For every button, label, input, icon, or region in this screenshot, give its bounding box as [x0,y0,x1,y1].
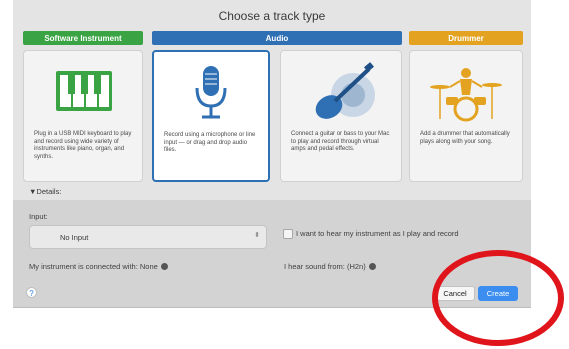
piano-keys-icon [24,57,142,133]
card-description: Plug in a USB MIDI keyboard to play and … [34,131,132,160]
connected-with-text: My instrument is connected with: None [29,262,158,271]
track-type-dialog: Choose a track type Software Instrument … [13,0,531,308]
card-description: Record using a microphone or line input … [164,132,256,153]
chevron-updown-icon: ⬍ [254,232,260,239]
category-software-instrument[interactable]: Software Instrument [23,31,143,45]
category-label: Software Instrument [44,33,122,43]
info-icon[interactable] [160,263,168,270]
card-description: Connect a guitar or bass to your Mac to … [291,131,390,152]
category-label: Drummer [448,33,484,43]
monitor-checkbox-label[interactable]: I want to hear my instrument as I play a… [296,229,459,238]
help-button[interactable]: ? [26,287,37,298]
input-select-value: No Input [60,233,89,242]
monitor-checkbox[interactable] [283,229,293,239]
cancel-button[interactable]: Cancel [435,286,475,301]
guitar-icon [281,57,401,133]
connected-with-row: My instrument is connected with: None [29,262,168,271]
category-label: Audio [265,33,289,43]
dialog-title: Choose a track type [218,9,326,23]
drum-kit-icon [410,57,522,133]
microphone-icon [154,58,268,134]
input-select[interactable]: No Input ⬍ [29,225,267,249]
create-button[interactable]: Create [478,286,518,301]
card-drummer[interactable]: Add a drummer that automatically plays a… [409,50,523,182]
card-microphone[interactable]: Record using a microphone or line input … [152,50,270,182]
card-guitar[interactable]: Connect a guitar or bass to your Mac to … [280,50,402,182]
info-icon[interactable] [368,263,376,270]
card-description: Add a drummer that automatically plays a… [420,131,510,145]
hear-from-text: I hear sound from: (H2n) [284,262,366,271]
input-label: Input: [29,212,48,221]
hear-from-row: I hear sound from: (H2n) [284,262,376,271]
card-software-instrument[interactable]: Plug in a USB MIDI keyboard to play and … [23,50,143,182]
details-disclosure[interactable]: ▼Details: [29,187,61,196]
category-drummer[interactable]: Drummer [409,31,523,45]
category-audio[interactable]: Audio [152,31,402,45]
